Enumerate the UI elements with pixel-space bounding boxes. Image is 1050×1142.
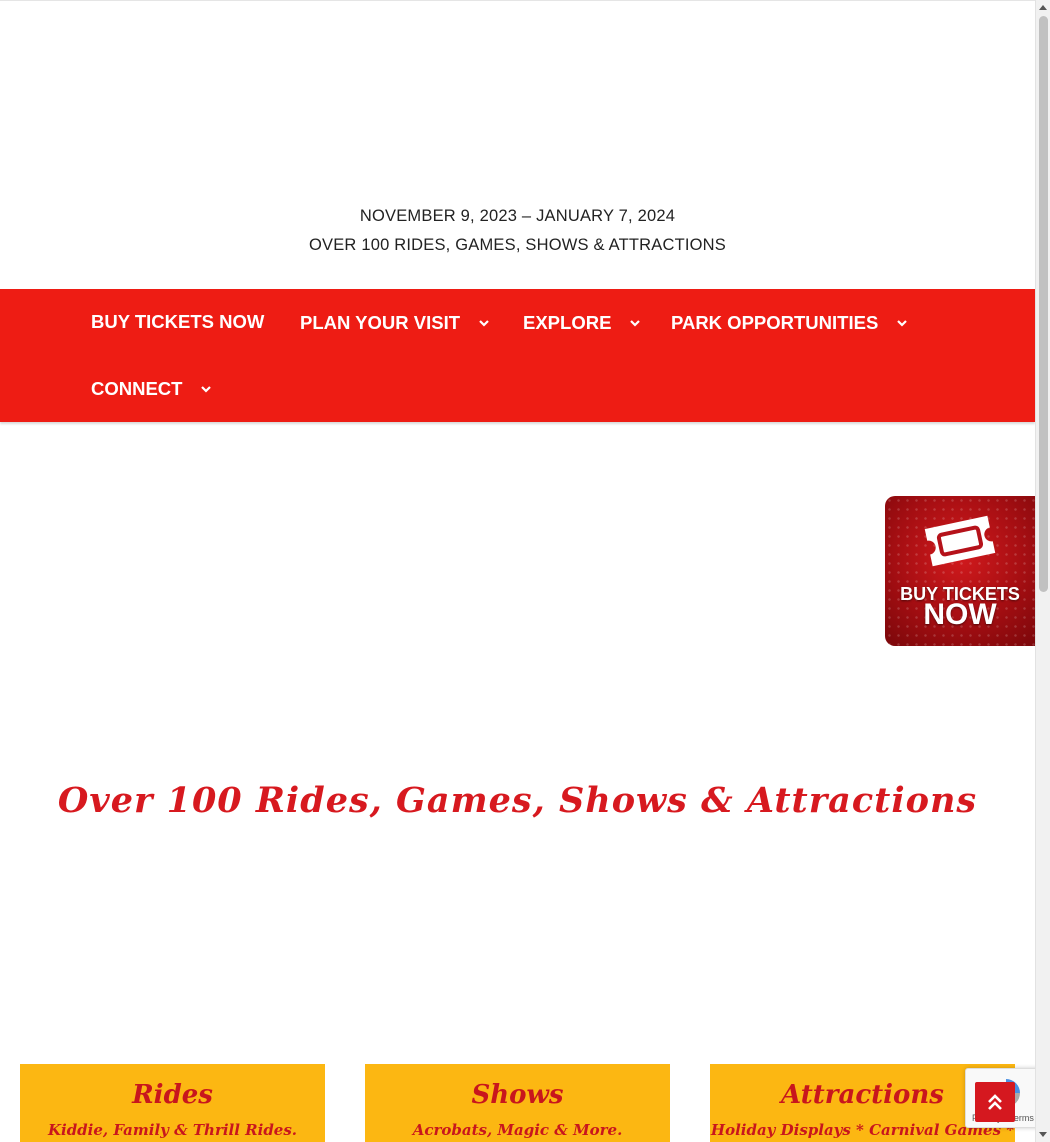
page-scrollbar[interactable] — [1035, 0, 1050, 1142]
nav-explore[interactable]: EXPLORE — [523, 312, 641, 334]
double-chevron-up-icon — [988, 1094, 1002, 1110]
chevron-down-icon — [896, 317, 908, 329]
buy-tickets-badge[interactable]: BUY TICKETS NOW — [885, 496, 1035, 646]
card-subtitle: Kiddie, Family & Thrill Rides. — [47, 1121, 298, 1139]
ticket-icon — [924, 515, 996, 567]
top-divider — [0, 0, 1035, 1]
scroll-down-arrow[interactable] — [1039, 1132, 1047, 1137]
nav-buy-tickets-label: BUY TICKETS NOW — [91, 311, 265, 332]
page-headline: Over 100 Rides, Games, Shows & Attractio… — [57, 780, 978, 821]
card-shows[interactable]: Shows Acrobats, Magic & More. — [365, 1064, 670, 1142]
nav-buy-tickets[interactable]: BUY TICKETS NOW — [91, 311, 264, 333]
buy-tickets-badge-line2: NOW — [923, 598, 997, 631]
chevron-down-icon — [629, 317, 641, 329]
main-navigation: BUY TICKETS NOW PLAN YOUR VISIT EXPLORE … — [0, 289, 1035, 422]
event-dates: NOVEMBER 9, 2023 – JANUARY 7, 2024 — [359, 207, 676, 225]
nav-park-opportunities[interactable]: PARK OPPORTUNITIES — [671, 312, 908, 334]
card-rides[interactable]: Rides Kiddie, Family & Thrill Rides. — [20, 1064, 325, 1142]
scrollbar-thumb[interactable] — [1039, 16, 1048, 592]
card-title: Shows — [471, 1080, 564, 1110]
card-subtitle: Acrobats, Magic & More. — [412, 1121, 623, 1139]
chevron-down-icon — [200, 383, 212, 395]
nav-explore-label: EXPLORE — [523, 312, 612, 333]
nav-plan-your-visit-label: PLAN YOUR VISIT — [300, 312, 461, 333]
scroll-to-top-button[interactable] — [975, 1082, 1015, 1122]
scroll-up-arrow[interactable] — [1039, 5, 1047, 10]
nav-connect-label: CONNECT — [91, 378, 183, 399]
nav-plan-your-visit[interactable]: PLAN YOUR VISIT — [300, 312, 490, 334]
event-tagline: OVER 100 RIDES, GAMES, SHOWS & ATTRACTIO… — [308, 236, 726, 254]
card-title: Rides — [132, 1080, 213, 1110]
chevron-down-icon — [478, 317, 490, 329]
nav-park-opportunities-label: PARK OPPORTUNITIES — [671, 312, 879, 333]
nav-connect[interactable]: CONNECT — [91, 378, 212, 400]
